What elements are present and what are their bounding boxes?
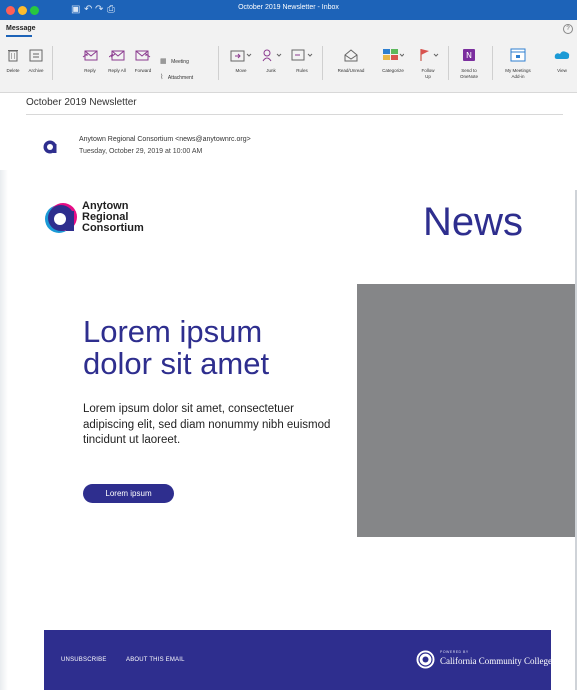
view-label: View — [557, 68, 567, 73]
delete-label: Delete — [6, 68, 20, 73]
hero-body-text: Lorem ipsum dolor sit amet, consectetuer… — [83, 403, 331, 446]
follow-up-label: Follow Up — [421, 68, 435, 79]
hero-title-line: Lorem ipsum — [83, 314, 263, 349]
calendar-icon: ▦ — [160, 58, 167, 65]
california-community-colleges-seal-icon — [416, 650, 435, 669]
junk-icon — [262, 49, 282, 62]
my-meetings-label: My Meetings Add-in — [505, 68, 531, 79]
newsletter-footer: UNSUBSCRIBE ABOUT THIS EMAIL POWERED BY … — [44, 630, 556, 690]
hero-title: Lorem ipsum dolor sit amet — [83, 316, 269, 380]
svg-text:N: N — [466, 51, 472, 60]
active-tab-indicator — [6, 35, 32, 37]
paperclip-icon: ⌇ — [160, 74, 164, 81]
forward-label: Forward — [134, 68, 152, 73]
subject-divider — [26, 114, 563, 115]
read-unread-label: Read/Unread — [337, 68, 365, 73]
ribbon-divider — [492, 46, 493, 80]
help-icon[interactable]: ? — [563, 24, 573, 34]
junk-label: Junk — [266, 68, 276, 73]
unsubscribe-link[interactable]: UNSUBSCRIBE — [61, 657, 107, 663]
categorize-icon — [383, 49, 404, 60]
move-label: Move — [235, 68, 247, 73]
hero-title-line: dolor sit amet — [83, 346, 270, 381]
ribbon-divider — [52, 46, 53, 80]
reply-button[interactable]: Reply — [80, 48, 100, 74]
sent-date: Tuesday, October 29, 2019 at 10:00 AM — [79, 148, 203, 155]
rules-icon — [291, 49, 313, 61]
archive-button[interactable]: Archive — [24, 48, 48, 74]
junk-button[interactable]: Junk — [258, 48, 284, 74]
ribbon-divider — [448, 46, 449, 80]
partner-name[interactable]: California Community Colleges — [440, 656, 556, 666]
consortium-logo — [45, 203, 77, 233]
archive-label: Archive — [28, 68, 44, 73]
tab-message[interactable]: Message — [6, 25, 36, 32]
envelope-open-icon — [344, 49, 358, 62]
title-bar: ▣ ↶ ↷ ⎙ October 2019 Newsletter - Inbox — [0, 0, 577, 20]
rules-label: Rules — [296, 68, 308, 73]
forward-icon — [135, 50, 151, 61]
onenote-icon: N — [463, 49, 475, 61]
message-subject: October 2019 Newsletter — [26, 97, 137, 108]
send-to-onenote-label: Send to OneNote — [459, 68, 478, 79]
send-to-onenote-button[interactable]: N Send to OneNote — [452, 48, 486, 80]
view-cloud-icon — [554, 51, 570, 59]
attachment-label: Attachment — [167, 75, 194, 81]
flag-icon — [420, 49, 439, 61]
sender-avatar — [43, 140, 57, 154]
move-folder-icon — [230, 50, 252, 62]
my-meetings-button[interactable]: My Meetings Add-in — [496, 48, 540, 80]
window-title: October 2019 Newsletter - Inbox — [238, 4, 339, 11]
reply-icon — [82, 50, 98, 61]
ribbon-tab-bar: Message ? — [0, 20, 577, 38]
message-header: October 2019 Newsletter — [0, 93, 577, 115]
reply-all-icon — [109, 50, 125, 61]
categorize-button[interactable]: Categorize — [374, 48, 412, 74]
attachment-button[interactable]: ⌇ Attachment — [160, 66, 212, 84]
sender-address[interactable]: Anytown Regional Consortium <news@anytow… — [79, 136, 251, 143]
reply-all-button[interactable]: Reply All — [105, 48, 129, 74]
trash-icon — [8, 50, 18, 62]
reply-label: Reply — [84, 68, 96, 73]
read-unread-button[interactable]: Read/Unread — [328, 48, 374, 74]
newsletter-heading: News — [423, 200, 524, 244]
reply-all-label: Reply All — [108, 68, 126, 73]
powered-by-label: POWERED BY — [440, 650, 469, 654]
ribbon-divider — [218, 46, 219, 80]
consortium-wordmark: Anytown Regional Consortium — [82, 201, 144, 234]
meeting-label: Meeting — [171, 59, 189, 65]
hero-image-placeholder — [357, 284, 575, 537]
brand-line: Consortium — [82, 222, 144, 234]
cta-button[interactable]: Lorem ipsum — [83, 484, 174, 503]
move-button[interactable]: Move — [226, 48, 256, 74]
ribbon-toolbar: Delete Archive Reply Reply All Forward ▦… — [0, 38, 577, 93]
delete-button[interactable]: Delete — [2, 48, 24, 74]
forward-button[interactable]: Forward — [129, 48, 157, 74]
categorize-label: Categorize — [382, 68, 404, 73]
about-email-link[interactable]: ABOUT THIS EMAIL — [126, 657, 185, 663]
window-shadow — [0, 170, 8, 690]
ribbon-divider — [322, 46, 323, 80]
rules-button[interactable]: Rules — [288, 48, 316, 74]
meeting-addin-icon — [510, 48, 526, 62]
follow-up-button[interactable]: Follow Up — [414, 48, 442, 80]
archive-icon — [29, 49, 43, 62]
view-button[interactable]: View — [548, 48, 576, 74]
